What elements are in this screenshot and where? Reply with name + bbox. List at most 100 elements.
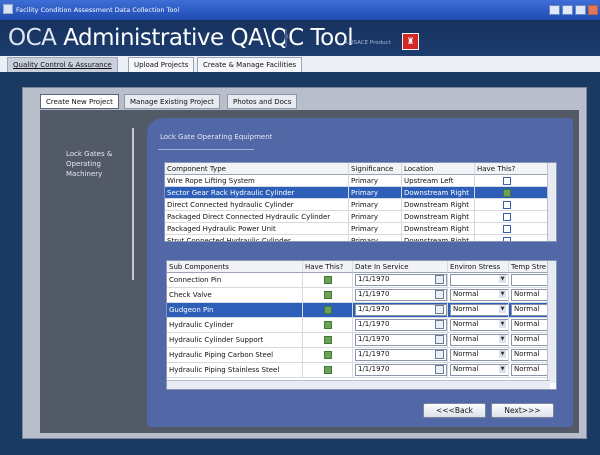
calendar-icon[interactable] — [435, 350, 444, 359]
col-environ-stress[interactable]: Environ Stress — [448, 261, 509, 273]
component-row[interactable]: Wire Rope Lifting System Primary Upstream … — [165, 175, 549, 187]
calendar-icon[interactable] — [435, 365, 444, 374]
temp-stress-select[interactable]: Normal — [511, 319, 549, 331]
col-location[interactable]: Location — [402, 163, 475, 175]
temp-stress-cell: Normal — [509, 318, 550, 333]
tab-create-new-project[interactable]: Create New Project — [40, 94, 119, 109]
minimize-icon[interactable] — [549, 5, 560, 15]
chevron-down-icon: ▼ — [499, 275, 506, 283]
temp-stress-select[interactable] — [511, 274, 549, 286]
col-have-this[interactable]: Have This? — [303, 261, 353, 273]
have-this-checkbox[interactable] — [503, 213, 511, 221]
have-this-checkbox[interactable] — [324, 336, 332, 344]
tab-manage-existing-project[interactable]: Manage Existing Project — [124, 94, 220, 109]
temp-stress-select[interactable]: Normal — [511, 334, 549, 346]
components-grid[interactable]: Component Type Significance Location Hav… — [164, 162, 557, 242]
environ-stress-cell: Normal ▼ — [448, 333, 509, 348]
panel-title: Lock Gate Operating Equipment — [160, 133, 273, 141]
app-title-main: Administrative QA\QC Tool — [63, 25, 354, 51]
environ-stress-cell: Normal ▼ — [448, 363, 509, 378]
date-in-service-input[interactable]: 1/1/1970 — [355, 334, 447, 346]
subcomponent-row[interactable]: Hydraulic Cylinder 1/1/1970 Normal ▼ Normal — [167, 318, 550, 333]
have-this-checkbox[interactable] — [503, 201, 511, 209]
close-icon[interactable] — [588, 5, 598, 15]
have-this-cell — [475, 211, 549, 223]
calendar-icon[interactable] — [435, 320, 444, 329]
col-significance[interactable]: Significance — [349, 163, 402, 175]
tab-upload-projects[interactable]: Upload Projects — [128, 57, 195, 72]
date-in-service-input[interactable]: 1/1/1970 — [355, 289, 447, 301]
col-temp-stress[interactable]: Temp Stre — [509, 261, 550, 273]
app-header: OCA Administrative QA\QC Tool A USACE Pr… — [0, 20, 600, 56]
have-this-checkbox[interactable] — [324, 306, 332, 314]
have-this-checkbox[interactable] — [503, 225, 511, 233]
have-this-checkbox[interactable] — [503, 177, 511, 185]
date-in-service-input[interactable]: 1/1/1970 — [355, 274, 447, 286]
component-row[interactable]: Packaged Direct Connected Hydraulic Cyli… — [165, 211, 549, 223]
subcomponents-vertical-scrollbar[interactable] — [547, 261, 556, 383]
subcomponent-name-cell: Check Valve — [167, 288, 303, 303]
have-this-checkbox[interactable] — [324, 291, 332, 299]
tab-manage-facilities[interactable]: Create & Manage Facilities — [197, 57, 303, 72]
app-title-prefix: OCA — [8, 25, 64, 51]
tab-photos-and-docs[interactable]: Photos and Docs — [227, 94, 298, 109]
back-button[interactable]: <<<Back — [423, 403, 486, 418]
calendar-icon[interactable] — [435, 335, 444, 344]
usace-logo-icon: ♜ — [402, 33, 419, 50]
date-in-service-input[interactable]: 1/1/1970 — [355, 319, 447, 331]
temp-stress-cell: Normal — [509, 333, 550, 348]
location-cell: Downstream Right — [402, 199, 475, 211]
tab-quality-control[interactable]: Quality Control & Assurance — [7, 57, 118, 72]
temp-stress-select[interactable]: Normal — [511, 289, 549, 301]
chevron-down-icon: ▼ — [499, 305, 506, 313]
component-row[interactable]: Sector Gear Rack Hydraulic Cylinder Prima… — [165, 187, 549, 199]
help-icon[interactable] — [575, 5, 586, 15]
temp-stress-select[interactable]: Normal — [511, 364, 549, 376]
subcomponents-grid[interactable]: Sub Components Have This? Date In Servic… — [166, 260, 557, 390]
have-this-checkbox[interactable] — [324, 321, 332, 329]
calendar-icon[interactable] — [435, 290, 444, 299]
component-type-cell: Sector Gear Rack Hydraulic Cylinder — [165, 187, 349, 199]
components-vertical-scrollbar[interactable] — [547, 163, 556, 241]
next-button[interactable]: Next>>> — [491, 403, 554, 418]
date-in-service-input[interactable]: 1/1/1970 — [355, 349, 447, 361]
subcomponent-row[interactable]: Connection Pin 1/1/1970 ▼ — [167, 273, 550, 288]
component-row[interactable]: Packaged Hydraulic Power Unit Primary Down… — [165, 223, 549, 235]
have-this-checkbox[interactable] — [503, 237, 511, 241]
have-this-checkbox[interactable] — [503, 189, 511, 197]
panel-title-underline — [158, 149, 254, 150]
temp-stress-select[interactable]: Normal — [511, 349, 549, 361]
subcomponents-horizontal-scrollbar[interactable] — [167, 380, 550, 389]
temp-stress-cell: Normal — [509, 363, 550, 378]
calendar-icon[interactable] — [435, 275, 444, 284]
have-this-checkbox[interactable] — [324, 366, 332, 374]
col-component-type[interactable]: Component Type — [165, 163, 349, 175]
restore-icon[interactable] — [562, 5, 573, 15]
component-row[interactable]: Direct Connected hydraulic Cylinder Prima… — [165, 199, 549, 211]
have-this-cell — [475, 199, 549, 211]
subcomponent-name-cell: Hydraulic Cylinder — [167, 318, 303, 333]
col-sub-components[interactable]: Sub Components — [167, 261, 303, 273]
component-row[interactable]: Strut Connected Hydraulic Cylinder Primar… — [165, 235, 549, 241]
col-date-in-service[interactable]: Date In Service — [353, 261, 448, 273]
header-divider — [285, 29, 287, 47]
temp-stress-select[interactable]: Normal — [511, 304, 549, 316]
location-cell: Upstream Left — [402, 175, 475, 187]
have-this-checkbox[interactable] — [324, 276, 332, 284]
subcomponent-row[interactable]: Hydraulic Piping Carbon Steel 1/1/1970 Nor… — [167, 348, 550, 363]
col-have-this[interactable]: Have This? — [475, 163, 549, 175]
have-this-checkbox[interactable] — [324, 351, 332, 359]
subcomponent-row[interactable]: Gudgeon Pin 1/1/1970 Normal ▼ Normal — [167, 303, 550, 318]
subcomponent-row[interactable]: Hydraulic Piping Stainless Steel 1/1/1970… — [167, 363, 550, 378]
date-in-service-input[interactable]: 1/1/1970 — [355, 304, 447, 316]
date-in-service-input[interactable]: 1/1/1970 — [355, 364, 447, 376]
subcomponent-row[interactable]: Hydraulic Cylinder Support 1/1/1970 Normal… — [167, 333, 550, 348]
chevron-down-icon: ▼ — [499, 290, 506, 298]
subcomponent-row[interactable]: Check Valve 1/1/1970 Normal ▼ Normal — [167, 288, 550, 303]
have-this-cell — [475, 175, 549, 187]
date-in-service-cell: 1/1/1970 — [353, 288, 448, 303]
calendar-icon[interactable] — [435, 305, 444, 314]
subcomponent-name-cell: Hydraulic Piping Stainless Steel — [167, 363, 303, 378]
have-this-cell — [303, 303, 353, 318]
nav-item-lock-gates[interactable]: Lock Gates & Operating Machinery — [66, 149, 136, 179]
